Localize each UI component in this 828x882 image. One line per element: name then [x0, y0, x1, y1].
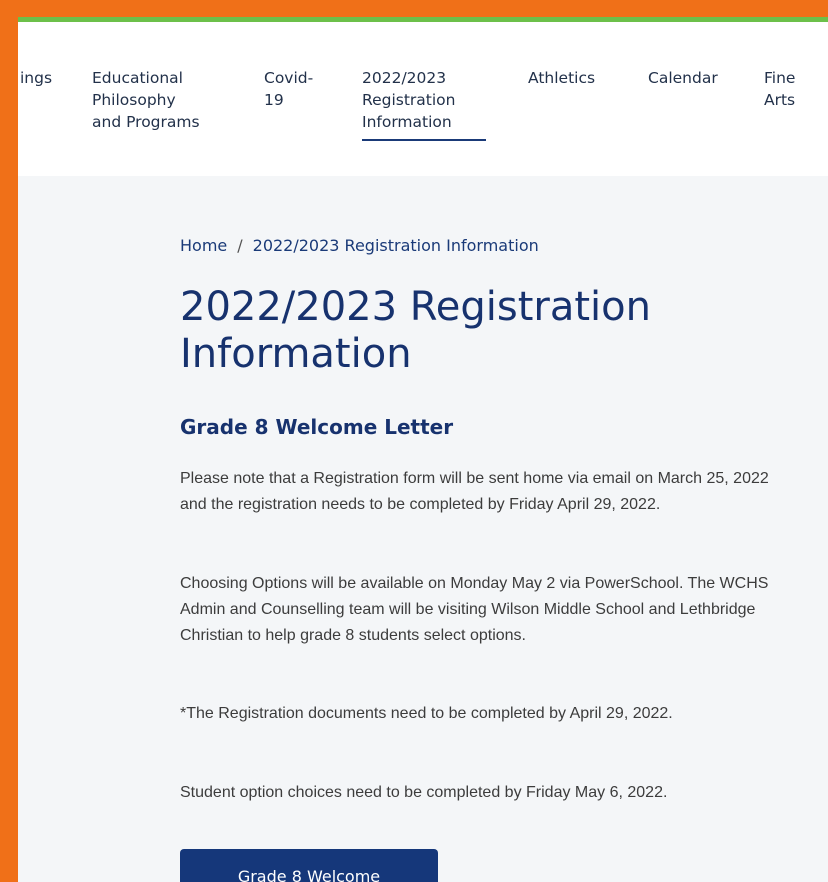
nav-item-label: Covid- [264, 69, 314, 87]
paragraph-documents-deadline: *The Registration documents need to be c… [180, 705, 673, 722]
nav-item-educational-philosophy[interactable]: Educational Philosophy and Programs [92, 67, 200, 133]
nav-item-label: ings [20, 69, 53, 87]
top-band [18, 0, 828, 17]
breadcrumb-separator: / [237, 236, 243, 255]
nav-item-label: Educational [92, 69, 183, 87]
nav-item-label: Information [362, 113, 452, 131]
paragraph-registration-form: Please note that a Registration form wil… [180, 470, 769, 513]
nav-item-buildings[interactable]: ings [20, 67, 52, 89]
breadcrumb-home-link[interactable]: Home [180, 236, 227, 255]
page: ings Educational Philosophy and Programs… [18, 0, 828, 882]
paragraph-option-choices-deadline: Student option choices need to be comple… [180, 784, 668, 801]
nav-item-label: Fine [764, 69, 796, 87]
breadcrumb-current[interactable]: 2022/2023 Registration Information [253, 236, 539, 255]
main-nav: ings Educational Philosophy and Programs… [18, 22, 828, 176]
nav-item-covid-19[interactable]: Covid- 19 [264, 67, 313, 111]
paragraph-choosing-options: Choosing Options will be available on Mo… [180, 575, 769, 644]
nav-item-label: and Programs [92, 113, 200, 131]
grade-8-welcome-button[interactable]: Grade 8 Welcome [180, 849, 438, 882]
nav-item-label: Registration [362, 91, 456, 109]
nav-item-calendar[interactable]: Calendar [648, 67, 718, 89]
nav-item-athletics[interactable]: Athletics [528, 67, 595, 89]
nav-item-label: Calendar [648, 69, 718, 87]
breadcrumb: Home / 2022/2023 Registration Information [180, 236, 539, 255]
nav-item-label: Arts [764, 91, 796, 109]
nav-item-label: 2022/2023 [362, 69, 447, 87]
nav-item-label: 19 [264, 91, 284, 109]
section-heading: Grade 8 Welcome Letter [180, 415, 454, 439]
nav-item-fine-arts[interactable]: Fine Arts [764, 67, 795, 111]
nav-item-label: Philosophy [92, 91, 176, 109]
nav-item-label: Athletics [528, 69, 596, 87]
nav-item-registration[interactable]: 2022/2023 Registration Information [362, 67, 487, 141]
page-title: 2022/2023 Registration Information [180, 284, 651, 377]
